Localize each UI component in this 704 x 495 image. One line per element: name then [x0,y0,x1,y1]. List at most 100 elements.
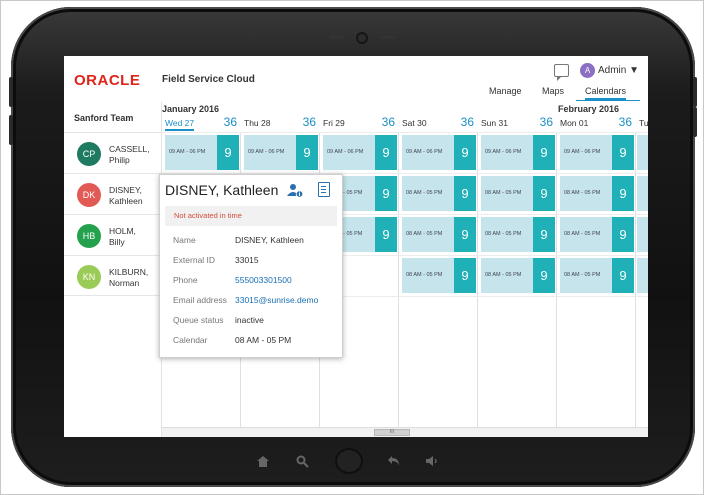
tab-underline [576,100,640,101]
shift-slot[interactable]: 08 AM - 05 PM 9 [560,217,634,252]
field-value: 08 AM - 05 PM [235,335,292,345]
shift-slot[interactable]: 08 AM - 05 PM 9 [402,217,476,252]
day-header[interactable]: Sat 30 36 [399,115,478,132]
field-value: inactive [235,315,264,325]
resource-name: KILBURN, Norman [109,267,149,288]
search-icon [296,455,309,468]
day-count: 36 [223,115,237,129]
shift-count: 9 [612,135,634,170]
day-label: Tu [639,118,648,128]
shift-slot[interactable]: 08 AM - 05 PM 9 [481,217,555,252]
avatar: HB [77,224,101,248]
volume-icon [426,456,437,466]
day-header[interactable]: Sun 31 36 [478,115,557,132]
day-header[interactable]: Mon 01 36 [557,115,636,132]
shift-slot[interactable]: 09 AM - 06 PM 9 [481,135,555,170]
avatar[interactable]: A [580,63,595,78]
column-divider [477,132,478,429]
day-count: 36 [539,115,553,129]
shift-slot[interactable]: 09 AM - 06 PM 9 [402,135,476,170]
month-label: January 2016 [162,104,220,114]
avatar: KN [77,265,101,289]
day-label: Mon 01 [560,118,589,128]
field-label: Queue status [173,315,224,325]
volume-button [9,77,13,107]
shift-count: 9 [612,258,634,293]
horizontal-scrollbar[interactable]: III [162,427,648,437]
shift-slot[interactable]: 08 AM - 05 PM 9 [560,176,634,211]
shift-time: 08 AM - 05 PM [485,231,522,237]
resource-name: CASSELL, Philip [109,144,150,165]
shift-time: 09 AM - 06 PM [406,149,443,155]
camera-icon [356,32,368,44]
resource-row[interactable]: HB HOLM, Billy [64,214,162,255]
day-header[interactable]: Fri 29 36 [320,115,399,132]
shift-count: 9 [533,258,555,293]
shift-time: 08 AM - 05 PM [564,190,601,196]
shift-count: 9 [612,176,634,211]
shift-slot[interactable] [637,258,648,293]
clipboard-icon[interactable] [318,182,330,197]
volume-button [9,115,13,145]
shift-slot[interactable] [637,135,648,170]
shift-slot[interactable]: 09 AM - 06 PM 9 [165,135,239,170]
team-title: Sanford Team [74,113,134,123]
user-menu[interactable]: Admin ▼ [598,65,639,76]
scroll-thumb[interactable]: III [374,429,410,436]
column-divider [556,132,557,429]
day-header[interactable]: Tu [636,116,648,132]
tab-calendars[interactable]: Calendars [585,86,627,100]
tab-manage[interactable]: Manage [489,86,522,96]
shift-slot[interactable]: 09 AM - 06 PM 9 [560,135,634,170]
day-label: Thu 28 [244,118,271,128]
power-button [693,77,697,107]
field-label: Email address [173,295,227,305]
shift-time: 09 AM - 06 PM [327,149,364,155]
day-header[interactable]: Wed 27 36 [162,115,241,132]
day-count: 36 [381,115,395,129]
shift-slot[interactable]: 08 AM - 05 PM 9 [560,258,634,293]
shift-count: 9 [533,135,555,170]
shift-slot[interactable]: 09 AM - 06 PM 9 [323,135,397,170]
shift-time: 08 AM - 05 PM [406,231,443,237]
day-count: 36 [302,115,316,129]
resource-row[interactable]: CP CASSELL, Philip [64,132,162,173]
shift-count: 9 [454,217,476,252]
shift-slot[interactable]: 09 AM - 06 PM 9 [244,135,318,170]
app-header: ORACLE Field Service Cloud A Admin ▼ Man… [64,56,648,102]
shift-count: 9 [375,135,397,170]
chat-icon[interactable] [554,64,569,81]
shift-slot[interactable] [637,176,648,211]
shift-slot[interactable]: 08 AM - 05 PM 9 [481,258,555,293]
status-warning: Not activated in time [165,206,337,226]
shift-slot[interactable]: 08 AM - 05 PM 9 [481,176,555,211]
shift-slot[interactable]: 08 AM - 05 PM 9 [402,258,476,293]
shift-time: 08 AM - 05 PM [564,231,601,237]
image-frame: ORACLE Field Service Cloud A Admin ▼ Man… [0,0,704,495]
shift-time: 08 AM - 05 PM [406,272,443,278]
shift-time: 08 AM - 05 PM [485,190,522,196]
shift-count: 9 [533,176,555,211]
shift-time: 08 AM - 05 PM [485,272,522,278]
shift-time: 09 AM - 06 PM [564,149,601,155]
resource-name: DISNEY, Kathleen [109,185,143,206]
day-header[interactable]: Thu 28 36 [241,115,320,132]
field-label: Name [173,235,196,245]
field-label: Calendar [173,335,208,345]
resource-row[interactable]: KN KILBURN, Norman [64,255,162,296]
avatar: DK [77,183,101,207]
tab-maps[interactable]: Maps [542,86,564,96]
day-label: Fri 29 [323,118,345,128]
field-label: Phone [173,275,198,285]
shift-time: 09 AM - 06 PM [485,149,522,155]
user-info-icon[interactable] [287,183,303,198]
day-label: Sat 30 [402,118,427,128]
shift-slot[interactable] [637,217,648,252]
resource-row[interactable]: DK DISNEY, Kathleen [64,173,162,214]
shift-time: 09 AM - 06 PM [169,149,206,155]
phone-link[interactable]: 555003301500 [235,275,292,285]
field-label: External ID [173,255,216,265]
day-count: 36 [460,115,474,129]
email-link[interactable]: 33015@sunrise.demo [235,295,318,305]
shift-slot[interactable]: 08 AM - 05 PM 9 [402,176,476,211]
